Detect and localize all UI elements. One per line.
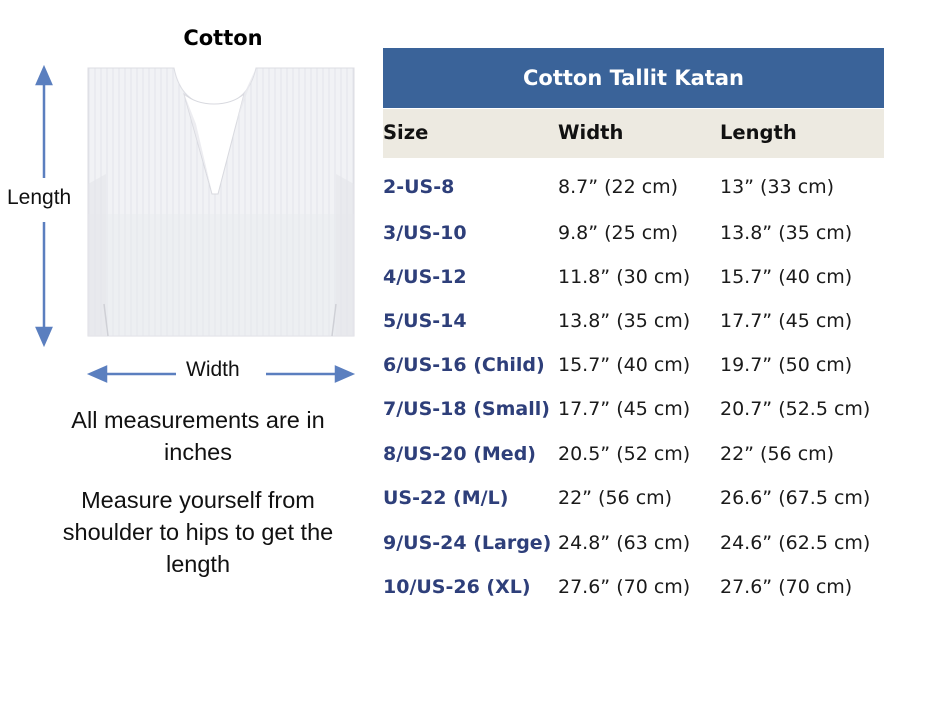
table-row: 7/US-18 (Small) 17.7” (45 cm) 20.7” (52.… [383,398,884,442]
table-row: 4/US-12 11.8” (30 cm) 15.7” (40 cm) [383,266,884,310]
column-header-length: Length [720,121,797,144]
table-row: 6/US-16 (Child) 15.7” (40 cm) 19.7” (50 … [383,354,884,398]
table-row: 9/US-24 (Large) 24.8” (63 cm) 24.6” (62.… [383,532,884,576]
tallit-katan-image [87,67,355,337]
size-cell: US-22 (M/L) [383,487,509,509]
width-cell: 13.8” (35 cm) [558,310,691,332]
column-header-width: Width [558,121,624,144]
column-header-size: Size [383,121,429,144]
width-cell: 20.5” (52 cm) [558,443,691,465]
size-cell: 3/US-10 [383,222,467,244]
length-cell: 19.7” (50 cm) [720,354,853,376]
length-cell: 27.6” (70 cm) [720,576,853,598]
size-cell: 10/US-26 (XL) [383,576,531,598]
width-cell: 17.7” (45 cm) [558,398,691,420]
length-cell: 26.6” (67.5 cm) [720,487,871,509]
length-cell: 13.8” (35 cm) [720,222,853,244]
length-cell: 20.7” (52.5 cm) [720,398,871,420]
table-row: 2-US-8 8.7” (22 cm) 13” (33 cm) [383,176,884,220]
width-cell: 24.8” (63 cm) [558,532,691,554]
size-cell: 6/US-16 (Child) [383,354,545,376]
size-cell: 5/US-14 [383,310,467,332]
size-table-column-headers: Size Width Length [383,109,884,158]
size-cell: 9/US-24 (Large) [383,532,552,554]
length-cell: 13” (33 cm) [720,176,835,198]
size-cell: 7/US-18 (Small) [383,398,550,420]
size-cell: 2-US-8 [383,176,455,198]
size-table-title: Cotton Tallit Katan [383,48,884,108]
table-row: 8/US-20 (Med) 20.5” (52 cm) 22” (56 cm) [383,443,884,487]
table-row: 5/US-14 13.8” (35 cm) 17.7” (45 cm) [383,310,884,354]
length-cell: 15.7” (40 cm) [720,266,853,288]
table-row: 3/US-10 9.8” (25 cm) 13.8” (35 cm) [383,222,884,266]
measuring-instruction: Measure yourself from shoulder to hips t… [62,487,334,577]
width-cell: 8.7” (22 cm) [558,176,679,198]
size-cell: 4/US-12 [383,266,467,288]
length-cell: 24.6” (62.5 cm) [720,532,871,554]
table-row: 10/US-26 (XL) 27.6” (70 cm) 27.6” (70 cm… [383,576,884,620]
measurement-note: All measurements are in inches [71,407,325,465]
width-cell: 22” (56 cm) [558,487,673,509]
garment-title: Cotton [183,26,263,50]
width-cell: 15.7” (40 cm) [558,354,691,376]
table-row: US-22 (M/L) 22” (56 cm) 26.6” (67.5 cm) [383,487,884,531]
size-cell: 8/US-20 (Med) [383,443,536,465]
length-label: Length [7,186,72,209]
length-cell: 17.7” (45 cm) [720,310,853,332]
width-cell: 11.8” (30 cm) [558,266,691,288]
width-label: Width [186,358,240,381]
width-cell: 9.8” (25 cm) [558,222,679,244]
width-cell: 27.6” (70 cm) [558,576,691,598]
length-cell: 22” (56 cm) [720,443,835,465]
